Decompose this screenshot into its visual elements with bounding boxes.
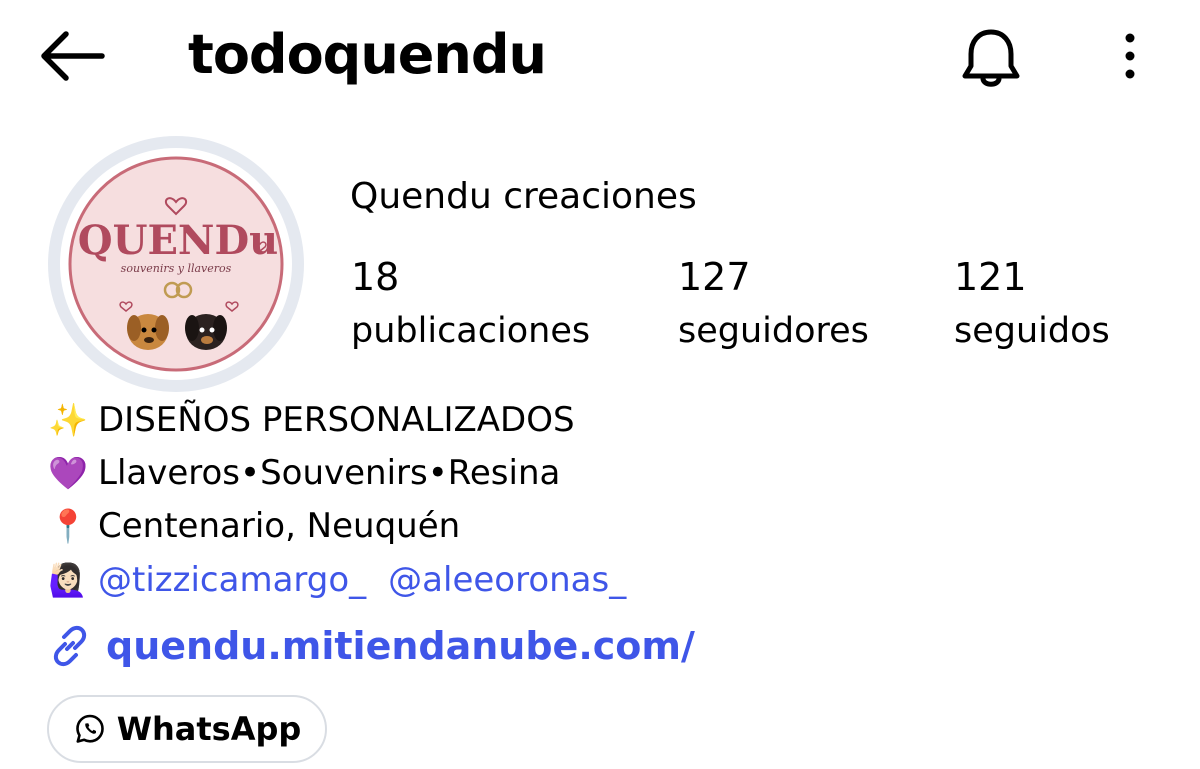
avatar-logo-text: QUENDu	[78, 217, 279, 264]
bio-line: 📍 Centenario, Neuquén	[48, 504, 460, 548]
whatsapp-icon	[73, 712, 107, 746]
purple-heart-icon: 💜	[48, 454, 88, 492]
bio-line: 💜 Llaveros•Souvenirs•Resina	[48, 451, 560, 495]
whatsapp-label[interactable]: WhatsApp	[117, 710, 302, 748]
followers-count[interactable]: 127	[678, 253, 751, 301]
back-arrow-icon[interactable]	[36, 28, 106, 84]
followers-label[interactable]: seguidores	[678, 308, 869, 354]
link-icon	[48, 624, 92, 668]
display-name: Quendu creaciones	[350, 176, 697, 217]
bio-text: DISEÑOS PERSONALIZADOS	[98, 400, 575, 440]
following-label[interactable]: seguidos	[954, 308, 1110, 354]
avatar[interactable]: QUENDu souvenirs y llaveros	[66, 154, 286, 374]
website-link-text[interactable]: quendu.mitiendanube.com/	[106, 624, 695, 668]
whatsapp-button[interactable]: WhatsApp	[47, 695, 327, 763]
more-vertical-icon[interactable]	[1110, 26, 1150, 86]
mention-link[interactable]: @tizzicamargo_	[98, 558, 366, 602]
posts-label[interactable]: publicaciones	[351, 308, 590, 354]
profile-username: todoquendu	[188, 23, 547, 86]
person-raising-hand-icon: 🙋🏻‍♀️	[48, 561, 88, 599]
avatar-logo-subtext: souvenirs y llaveros	[121, 262, 232, 275]
bio-line: ✨ DISEÑOS PERSONALIZADOS	[48, 398, 575, 442]
posts-count[interactable]: 18	[351, 253, 399, 301]
website-link[interactable]: quendu.mitiendanube.com/	[48, 618, 695, 674]
following-count[interactable]: 121	[954, 253, 1027, 301]
bio-text: Llaveros•Souvenirs•Resina	[98, 453, 561, 493]
bell-icon[interactable]	[955, 22, 1027, 94]
mention-link[interactable]: @aleeoronas_	[388, 558, 626, 602]
bio-line: 🙋🏻‍♀️ @tizzicamargo_ @aleeoronas_	[48, 558, 626, 602]
bio-text: Centenario, Neuquén	[98, 506, 461, 546]
sparkles-icon: ✨	[48, 401, 88, 439]
location-pin-icon: 📍	[48, 507, 88, 545]
